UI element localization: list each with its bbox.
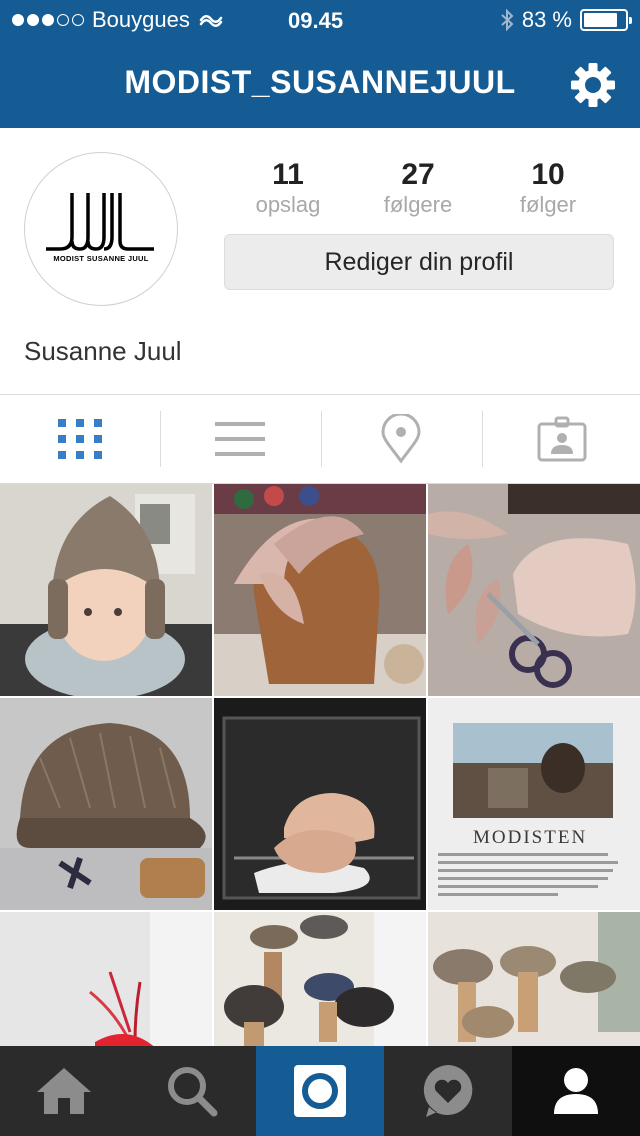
stat-posts[interactable]: 11 opslag bbox=[228, 158, 348, 218]
photo-hat-in-oven[interactable] bbox=[214, 698, 426, 910]
wifi-link-icon bbox=[199, 15, 223, 27]
camera-icon bbox=[294, 1065, 346, 1117]
stat-followers[interactable]: 27 følgere bbox=[358, 158, 478, 218]
home-icon bbox=[37, 1068, 91, 1114]
tab-camera[interactable] bbox=[256, 1046, 384, 1136]
gear-icon[interactable] bbox=[570, 62, 616, 108]
view-tabs bbox=[0, 395, 640, 483]
grid-view-icon bbox=[58, 419, 102, 459]
search-icon bbox=[168, 1067, 218, 1117]
stat-following[interactable]: 10 følger bbox=[488, 158, 608, 218]
stat-followers-count: 27 bbox=[401, 158, 435, 191]
avatar[interactable]: MODIST SUSANNE JUUL bbox=[24, 152, 178, 306]
stat-following-label: følger bbox=[519, 192, 577, 217]
stat-posts-count: 11 bbox=[272, 158, 304, 191]
page-title: MODIST_SUSANNEJUUL bbox=[124, 64, 516, 100]
tab-home[interactable] bbox=[0, 1046, 128, 1136]
tab-tagged-view[interactable] bbox=[482, 395, 640, 483]
stat-followers-label: følgere bbox=[383, 192, 453, 217]
signal-strength-icon bbox=[12, 14, 84, 26]
photo-shop-window-hats[interactable] bbox=[428, 912, 640, 1046]
photo-modisten-magazine[interactable]: MODISTEN bbox=[428, 698, 640, 910]
battery-percent: 83 % bbox=[521, 7, 572, 32]
avatar-caption: MODIST SUSANNE JUUL bbox=[53, 254, 149, 263]
profile-icon bbox=[554, 1068, 598, 1114]
stat-following-count: 10 bbox=[531, 158, 565, 191]
svg-text:MODISTEN: MODISTEN bbox=[473, 827, 587, 848]
status-bar: Bouygues 09.45 83 % bbox=[0, 0, 640, 40]
tab-search[interactable] bbox=[128, 1046, 256, 1136]
tab-activity[interactable] bbox=[384, 1046, 512, 1136]
tab-list-view[interactable] bbox=[160, 395, 320, 483]
tab-grid-view[interactable] bbox=[0, 395, 160, 483]
photo-grid: MODISTEN bbox=[0, 484, 640, 1046]
nav-bar: MODIST_SUSANNEJUUL bbox=[0, 40, 640, 128]
tab-profile[interactable] bbox=[512, 1046, 640, 1136]
bluetooth-icon bbox=[501, 8, 514, 32]
photo-tweed-hat[interactable] bbox=[0, 698, 212, 910]
status-time: 09.45 bbox=[288, 8, 344, 33]
list-view-icon bbox=[215, 422, 265, 456]
tab-location-view[interactable] bbox=[321, 395, 481, 483]
bottom-tab-bar bbox=[0, 1046, 640, 1136]
photo-pink-felt-headpiece[interactable] bbox=[214, 484, 426, 696]
tagged-photos-icon bbox=[537, 416, 587, 462]
carrier-group: Bouygues bbox=[12, 7, 224, 33]
photo-felt-leaves-scissors[interactable] bbox=[428, 484, 640, 696]
battery-icon bbox=[580, 9, 632, 31]
carrier-name: Bouygues bbox=[92, 7, 190, 32]
stat-posts-label: opslag bbox=[255, 192, 321, 217]
photo-baby-knit-hat[interactable] bbox=[0, 484, 212, 696]
photo-hats-on-stands[interactable] bbox=[214, 912, 426, 1046]
profile-name: Susanne Juul bbox=[24, 336, 182, 366]
modist-logo bbox=[46, 193, 154, 251]
activity-heart-icon bbox=[423, 1065, 473, 1117]
edit-profile-button[interactable]: Rediger din profil bbox=[224, 234, 614, 290]
photo-red-feathers[interactable] bbox=[0, 912, 212, 1046]
location-pin-icon bbox=[381, 414, 421, 464]
status-right: 83 % bbox=[500, 7, 632, 33]
